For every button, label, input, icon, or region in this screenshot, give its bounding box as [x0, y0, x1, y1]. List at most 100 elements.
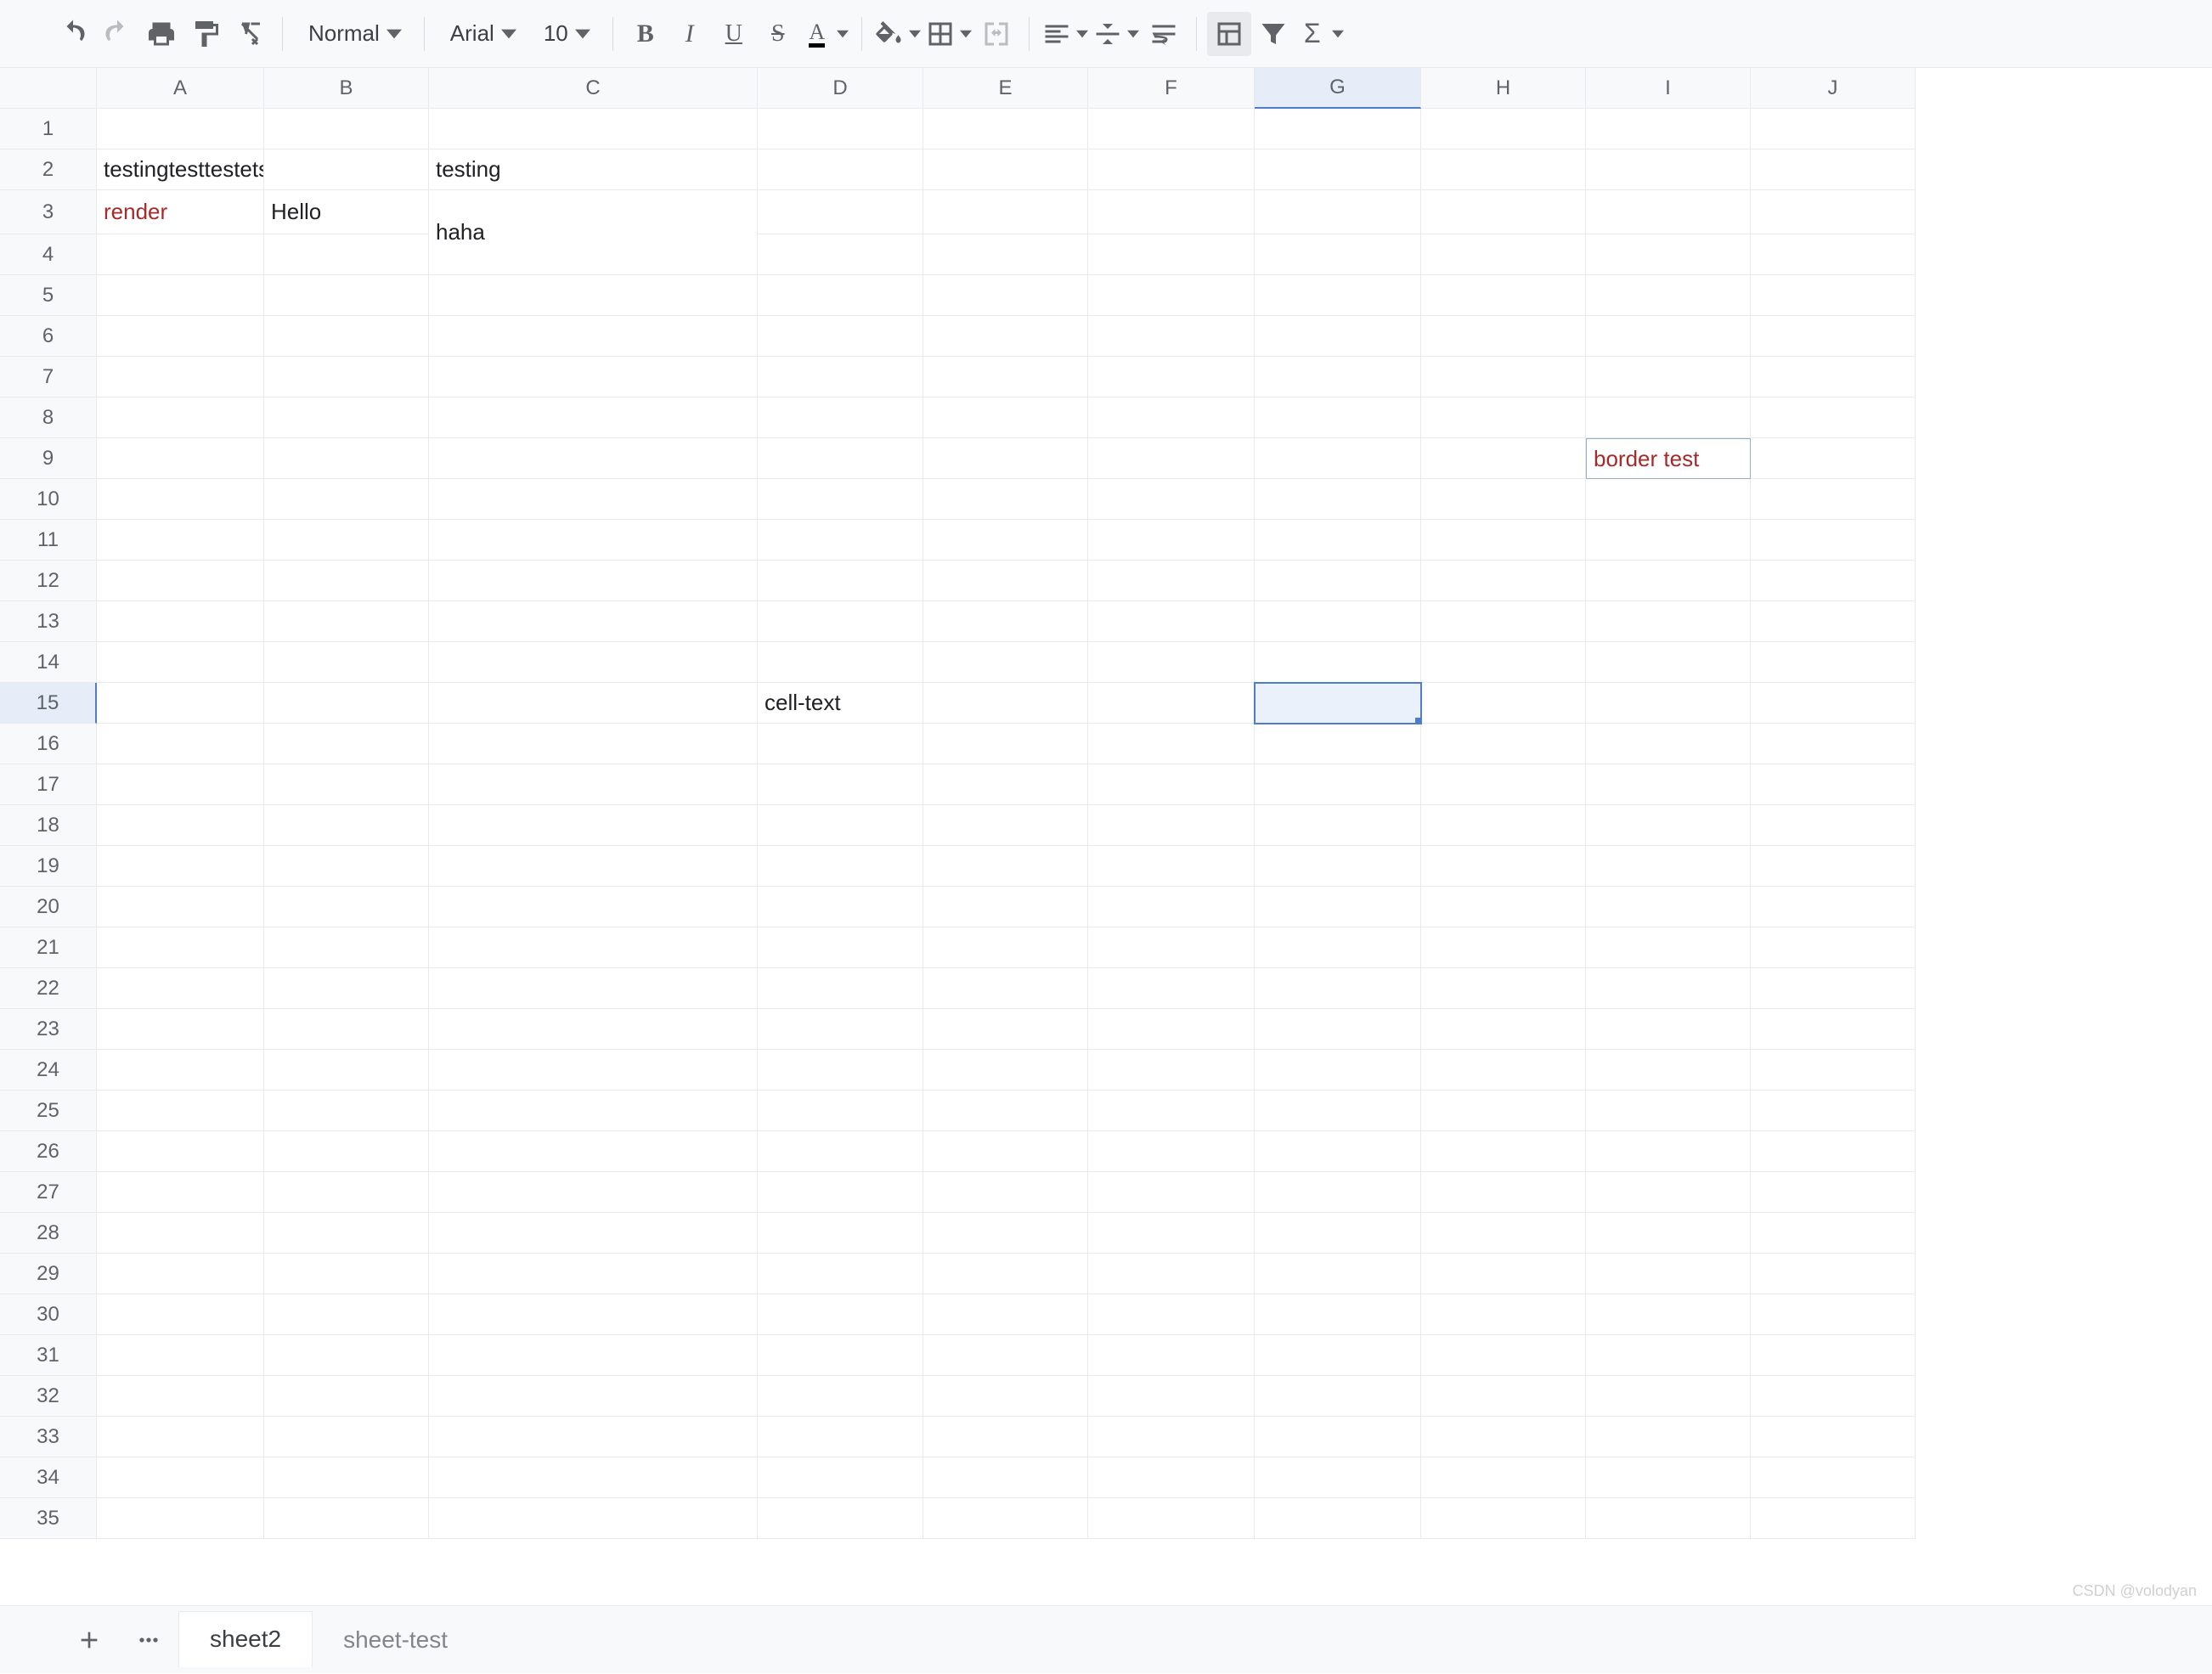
- cell-C17[interactable]: [429, 764, 758, 805]
- cell-A26[interactable]: [97, 1131, 264, 1172]
- cell-B3[interactable]: Hello: [264, 190, 429, 234]
- cell-C2[interactable]: testing: [429, 149, 758, 190]
- cell-G29[interactable]: [1255, 1254, 1421, 1294]
- cell-F10[interactable]: [1088, 479, 1255, 520]
- cell-J21[interactable]: [1751, 927, 1916, 968]
- row-header-11[interactable]: 11: [0, 520, 97, 561]
- cell-E35[interactable]: [923, 1498, 1088, 1539]
- font-select[interactable]: Arial: [435, 12, 528, 56]
- cell-D24[interactable]: [758, 1050, 923, 1091]
- cell-A31[interactable]: [97, 1335, 264, 1376]
- row-header-24[interactable]: 24: [0, 1050, 97, 1091]
- cell-H22[interactable]: [1421, 968, 1586, 1009]
- cell-E20[interactable]: [923, 887, 1088, 927]
- cell-D15[interactable]: cell-text: [758, 683, 923, 724]
- borders-button[interactable]: [923, 12, 957, 56]
- cell-D12[interactable]: [758, 561, 923, 601]
- cell-F6[interactable]: [1088, 316, 1255, 357]
- cell-F30[interactable]: [1088, 1294, 1255, 1335]
- cell-F11[interactable]: [1088, 520, 1255, 561]
- cell-E29[interactable]: [923, 1254, 1088, 1294]
- row-header-7[interactable]: 7: [0, 357, 97, 397]
- cell-F12[interactable]: [1088, 561, 1255, 601]
- cell-B25[interactable]: [264, 1091, 429, 1131]
- row-header-12[interactable]: 12: [0, 561, 97, 601]
- column-header-B[interactable]: B: [264, 68, 429, 109]
- cell-J20[interactable]: [1751, 887, 1916, 927]
- cell-D8[interactable]: [758, 397, 923, 438]
- cell-F32[interactable]: [1088, 1376, 1255, 1417]
- cell-J14[interactable]: [1751, 642, 1916, 683]
- cell-A24[interactable]: [97, 1050, 264, 1091]
- cell-I14[interactable]: [1586, 642, 1751, 683]
- cell-C35[interactable]: [429, 1498, 758, 1539]
- cell-C18[interactable]: [429, 805, 758, 846]
- cell-J16[interactable]: [1751, 724, 1916, 764]
- cell-G17[interactable]: [1255, 764, 1421, 805]
- cell-D3[interactable]: [758, 190, 923, 234]
- h-align-button[interactable]: [1040, 12, 1074, 56]
- cell-J28[interactable]: [1751, 1213, 1916, 1254]
- cell-A34[interactable]: [97, 1457, 264, 1498]
- cell-I31[interactable]: [1586, 1335, 1751, 1376]
- cell-C30[interactable]: [429, 1294, 758, 1335]
- cell-J6[interactable]: [1751, 316, 1916, 357]
- cell-H3[interactable]: [1421, 190, 1586, 234]
- cell-D5[interactable]: [758, 275, 923, 316]
- cell-D33[interactable]: [758, 1417, 923, 1457]
- cell-G6[interactable]: [1255, 316, 1421, 357]
- cell-A23[interactable]: [97, 1009, 264, 1050]
- cell-G34[interactable]: [1255, 1457, 1421, 1498]
- cell-A30[interactable]: [97, 1294, 264, 1335]
- cell-J5[interactable]: [1751, 275, 1916, 316]
- font-size-select[interactable]: 10: [528, 12, 602, 56]
- cell-E2[interactable]: [923, 149, 1088, 190]
- cell-G15[interactable]: [1255, 683, 1421, 724]
- cell-B35[interactable]: [264, 1498, 429, 1539]
- cell-G32[interactable]: [1255, 1376, 1421, 1417]
- cell-H4[interactable]: [1421, 234, 1586, 275]
- cell-H11[interactable]: [1421, 520, 1586, 561]
- cell-H24[interactable]: [1421, 1050, 1586, 1091]
- cell-J27[interactable]: [1751, 1172, 1916, 1213]
- cell-B11[interactable]: [264, 520, 429, 561]
- cell-F26[interactable]: [1088, 1131, 1255, 1172]
- row-header-32[interactable]: 32: [0, 1376, 97, 1417]
- row-header-13[interactable]: 13: [0, 601, 97, 642]
- cell-E32[interactable]: [923, 1376, 1088, 1417]
- cell-H21[interactable]: [1421, 927, 1586, 968]
- cell-A16[interactable]: [97, 724, 264, 764]
- cell-I23[interactable]: [1586, 1009, 1751, 1050]
- cell-E27[interactable]: [923, 1172, 1088, 1213]
- cell-F14[interactable]: [1088, 642, 1255, 683]
- cell-A1[interactable]: [97, 109, 264, 149]
- cell-B30[interactable]: [264, 1294, 429, 1335]
- cell-E6[interactable]: [923, 316, 1088, 357]
- column-header-A[interactable]: A: [97, 68, 264, 109]
- cell-B32[interactable]: [264, 1376, 429, 1417]
- cell-D10[interactable]: [758, 479, 923, 520]
- freeze-button[interactable]: [1207, 12, 1251, 56]
- cell-J3[interactable]: [1751, 190, 1916, 234]
- add-sheet-button[interactable]: [59, 1606, 119, 1674]
- cell-C22[interactable]: [429, 968, 758, 1009]
- cell-I29[interactable]: [1586, 1254, 1751, 1294]
- cell-C9[interactable]: [429, 438, 758, 479]
- cell-E1[interactable]: [923, 109, 1088, 149]
- cell-F25[interactable]: [1088, 1091, 1255, 1131]
- cell-A10[interactable]: [97, 479, 264, 520]
- cell-C7[interactable]: [429, 357, 758, 397]
- cell-G20[interactable]: [1255, 887, 1421, 927]
- cell-C3[interactable]: haha: [429, 190, 758, 275]
- cell-I24[interactable]: [1586, 1050, 1751, 1091]
- cell-I4[interactable]: [1586, 234, 1751, 275]
- cell-F31[interactable]: [1088, 1335, 1255, 1376]
- cell-H15[interactable]: [1421, 683, 1586, 724]
- cell-G23[interactable]: [1255, 1009, 1421, 1050]
- cell-I34[interactable]: [1586, 1457, 1751, 1498]
- cell-E13[interactable]: [923, 601, 1088, 642]
- cell-G14[interactable]: [1255, 642, 1421, 683]
- cell-J11[interactable]: [1751, 520, 1916, 561]
- cell-C14[interactable]: [429, 642, 758, 683]
- cell-G28[interactable]: [1255, 1213, 1421, 1254]
